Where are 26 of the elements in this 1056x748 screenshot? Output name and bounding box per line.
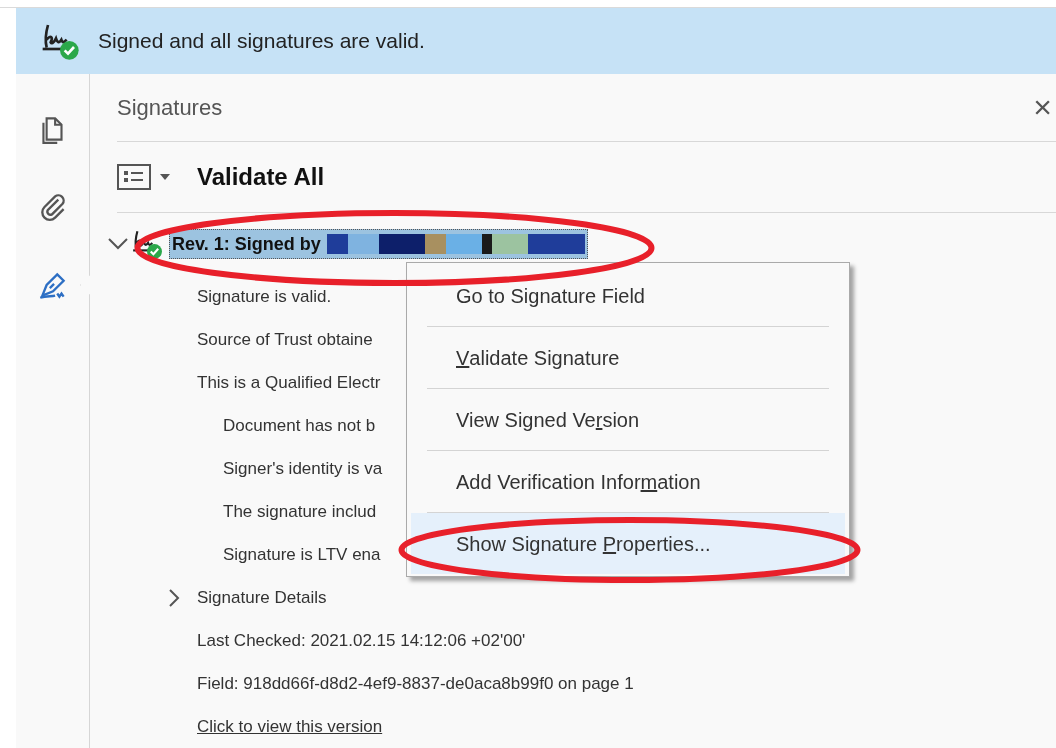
status-line: Document has not b	[223, 414, 376, 437]
close-button[interactable]: ×	[1033, 91, 1052, 124]
signature-row[interactable]: Rev. 1: Signed by	[169, 229, 588, 260]
options-dropdown[interactable]	[117, 164, 171, 190]
banner-text: Signed and all signatures are valid.	[98, 28, 425, 55]
list-icon	[117, 164, 151, 190]
status-line: The signature includ	[223, 500, 377, 523]
chevron-down-icon[interactable]	[107, 237, 129, 252]
menu-item[interactable]: Go to Signature Field	[411, 265, 845, 326]
signature-check-icon	[131, 228, 163, 261]
menu-item[interactable]: View Signed Version	[411, 389, 845, 450]
panel-title: Signatures	[117, 93, 223, 122]
status-line: Signature is valid.	[197, 285, 332, 308]
last-checked-text: Last Checked: 2021.02.15 14:12:06 +02'00'	[197, 629, 526, 652]
details-label: Signature Details	[197, 586, 327, 609]
caret-icon	[159, 173, 171, 181]
view-version-link[interactable]: Click to view this version	[197, 713, 383, 740]
validate-all-button[interactable]: Validate All	[197, 159, 325, 195]
menu-item[interactable]: Add Verification Information	[411, 451, 845, 512]
status-line: Source of Trust obtaine	[197, 328, 373, 351]
status-line: This is a Qualified Electr	[197, 371, 381, 394]
status-line: Signer's identity is va	[223, 457, 383, 480]
menu-item[interactable]: Validate Signature	[411, 327, 845, 388]
status-line: Signature is LTV ena	[223, 543, 381, 566]
field-text: Field: 918dd66f-d8d2-4ef9-8837-de0aca8b99f0 on page 1	[197, 672, 634, 695]
signature-label: Rev. 1: Signed by	[171, 232, 321, 256]
